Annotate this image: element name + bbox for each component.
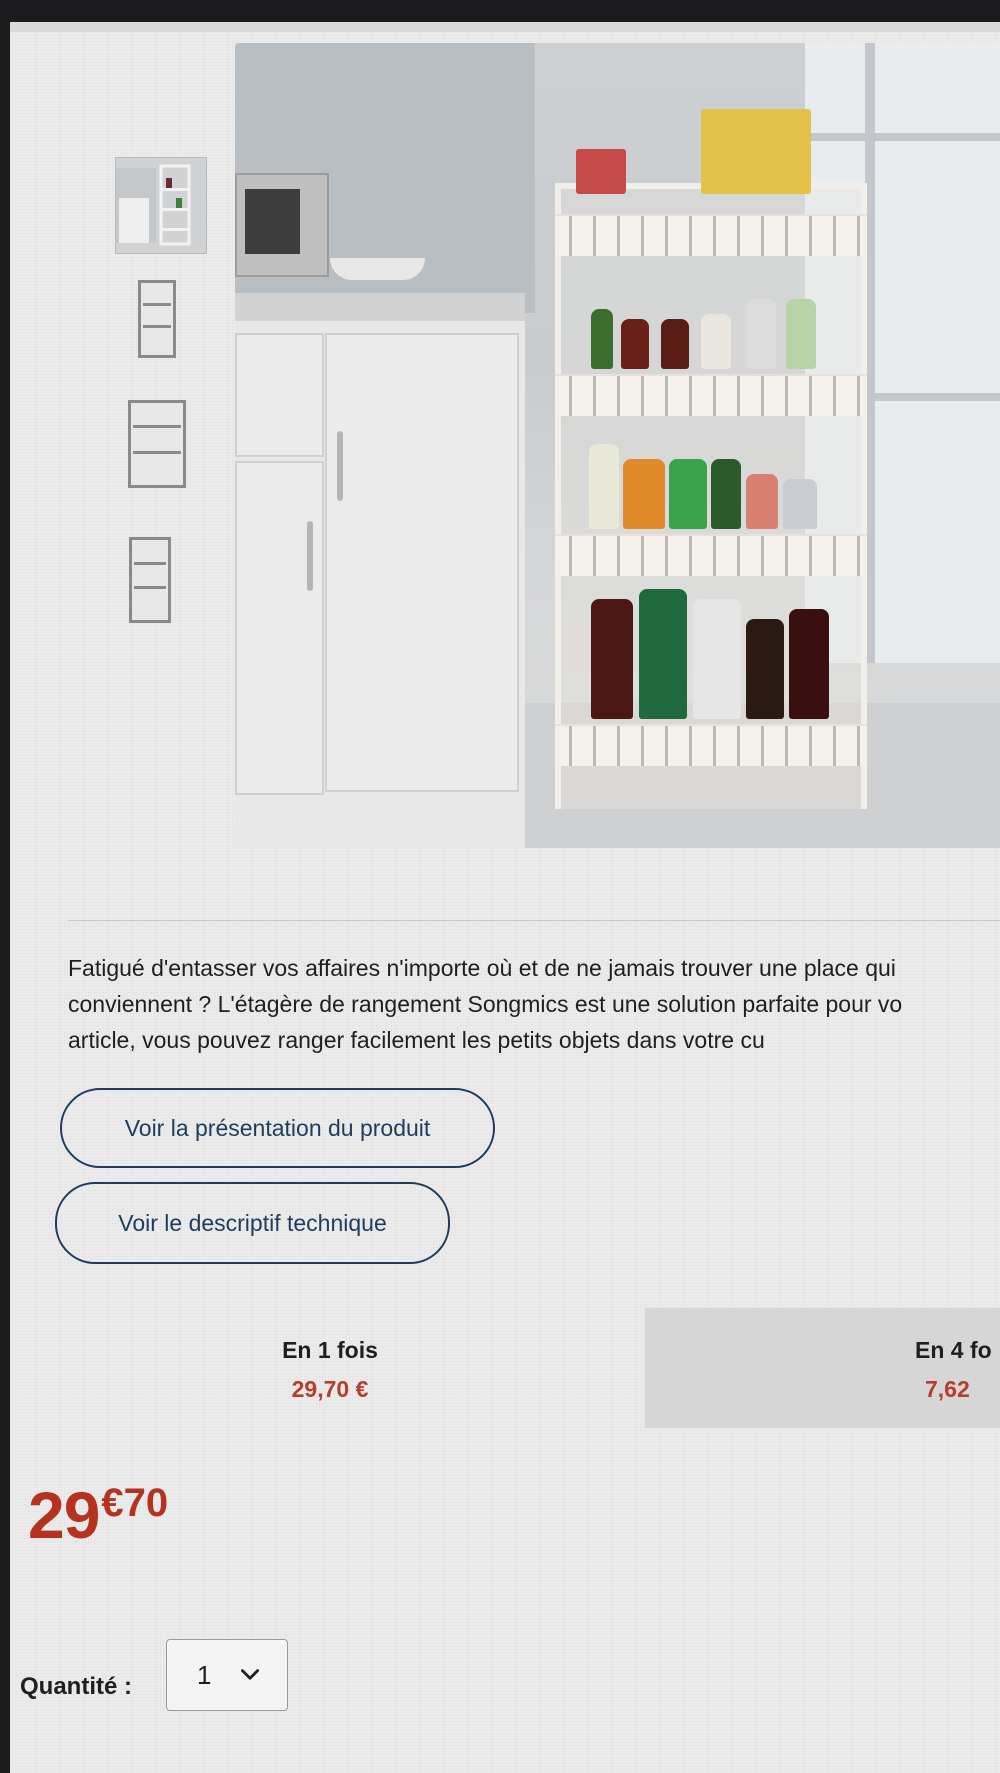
thumbnail-shelf-dimensions[interactable] (122, 532, 184, 629)
quantity-value: 1 (197, 1659, 212, 1690)
product-price: 29€70 (28, 1477, 168, 1553)
product-main-image[interactable] (235, 43, 1000, 848)
description-line: conviennent ? L'étagère de rangement Son… (68, 991, 903, 1017)
product-page: Fatigué d'entasser vos affaires n'import… (10, 22, 1000, 1773)
cabinet-image (235, 321, 525, 848)
thumbnail-shelf-side[interactable] (125, 397, 192, 494)
thumbnail-shelf-front[interactable] (135, 277, 182, 364)
quantity-select[interactable]: 1 (166, 1639, 288, 1711)
description-line: Fatigué d'entasser vos affaires n'import… (68, 955, 896, 981)
section-divider (68, 920, 1000, 921)
technical-description-button[interactable]: Voir le descriptif technique (55, 1182, 450, 1264)
payment-option-4x[interactable]: En 4 fo 7,62 (645, 1308, 1000, 1428)
microwave-image (235, 173, 329, 277)
shelf-thumb-icon (129, 537, 171, 623)
price-cents: €70 (101, 1481, 169, 1525)
payment-option-price: 29,70 € (291, 1376, 369, 1402)
rolling-shelf-image (555, 109, 867, 809)
product-description: Fatigué d'entasser vos affaires n'import… (68, 950, 1000, 1058)
product-presentation-button[interactable]: Voir la présentation du produit (60, 1088, 495, 1168)
quantity-label: Quantité : (20, 1673, 132, 1700)
payment-option-title: En 4 fo (915, 1337, 992, 1363)
price-euros: 29 (28, 1478, 100, 1552)
kitchen-thumb-icon (116, 164, 191, 246)
thumbnail-kitchen-scene[interactable] (115, 157, 207, 254)
payment-option-title: En 1 fois (282, 1337, 378, 1363)
description-line: article, vous pouvez ranger facilement l… (68, 1027, 765, 1053)
shelf-thumb-icon (128, 400, 186, 488)
payment-option-price: 7,62 (925, 1376, 970, 1402)
chevron-down-icon (241, 1669, 260, 1680)
browser-top-bar (10, 22, 1000, 32)
payment-option-1x[interactable]: En 1 fois 29,70 € (230, 1337, 430, 1403)
shelf-thumb-icon (138, 280, 176, 358)
